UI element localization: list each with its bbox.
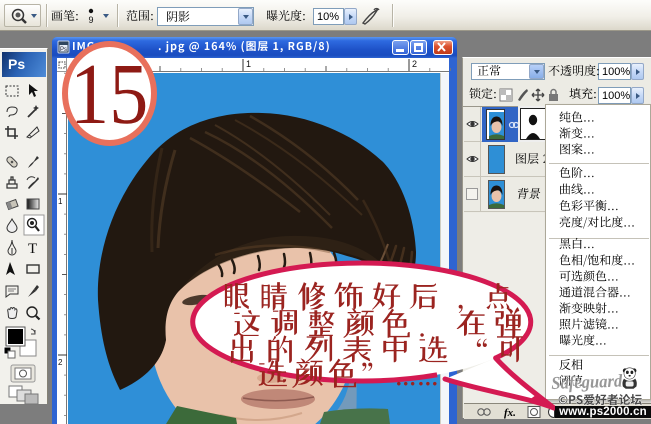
svg-text:fx.: fx. [504,407,516,419]
svg-text:2: 2 [58,358,63,367]
svg-text:Ps: Ps [60,47,67,53]
svg-text:T: T [28,241,37,257]
svg-text:2: 2 [412,59,417,69]
svg-text:1: 1 [246,59,251,69]
svg-text:1: 1 [58,197,63,206]
